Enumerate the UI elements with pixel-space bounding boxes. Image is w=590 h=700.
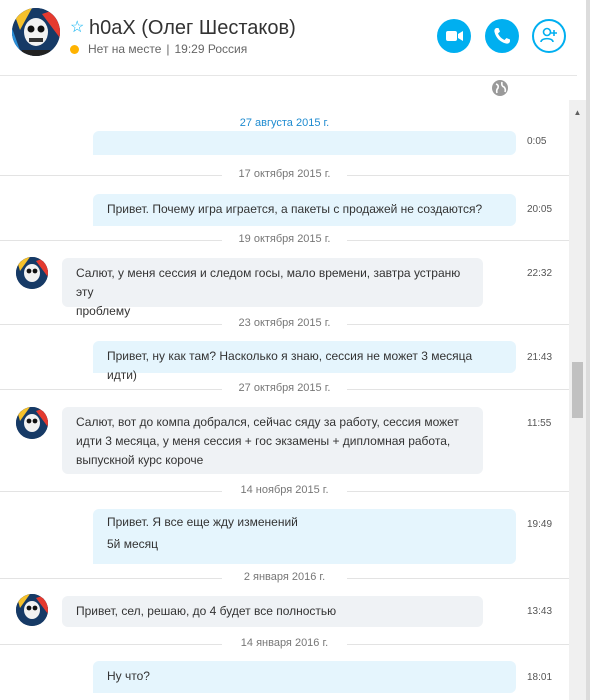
outgoing-message[interactable]: Привет. Я все еще жду изменений 5й месяц [93,509,516,564]
message-time: 20:05 [527,204,553,215]
message-time: 0:05 [527,136,547,147]
date-separator: 19 октября 2015 г. [0,231,569,251]
date-separator: 27 августа 2015 г. [0,115,569,135]
date-separator: 14 ноября 2015 г. [0,482,569,502]
date-separator: 27 октября 2015 г. [0,380,569,400]
outgoing-message[interactable]: Привет, ну как там? Насколько я знаю, се… [93,341,516,382]
date-separator: 2 января 2016 г. [0,569,569,589]
message-time: 21:43 [527,352,553,363]
message-line: Привет. Я все еще жду изменений [107,515,298,529]
video-call-icon [446,31,463,41]
message-line: Салют, у меня сессия и следом госы, мало… [76,266,461,299]
date-label: 23 октября 2015 г. [230,317,339,329]
contact-avatar[interactable] [12,8,60,56]
date-label: 14 января 2016 г. [232,637,337,649]
status-text: Нет на месте [88,42,162,56]
scroll-thumb[interactable] [572,362,583,418]
date-separator: 23 октября 2015 г. [0,315,569,335]
date-separator: 14 января 2016 г. [0,635,569,655]
date-label[interactable]: 27 августа 2015 г. [231,117,338,129]
message-history[interactable]: 27 августа 2015 г. 0:05 17 октября 2015 … [0,100,569,700]
message-line: идти 3 месяца, у меня сессия + гос экзам… [76,434,451,448]
contact-avatar-small[interactable] [16,594,48,626]
incoming-message[interactable]: Салют, вот до компа добрался, сейчас сяд… [62,407,483,474]
message-time: 18:01 [527,672,553,683]
message-time: 11:55 [527,418,552,429]
message-line: 5й месяц [107,537,159,551]
away-clock-icon [70,44,79,54]
status-separator: | [166,42,170,56]
chat-scrollbar[interactable]: ▲ [569,100,586,700]
add-people-icon [540,27,557,43]
date-label: 19 октября 2015 г. [230,233,339,245]
window-edge [586,0,590,700]
incoming-message[interactable]: Салют, у меня сессия и следом госы, мало… [62,258,483,318]
date-label: 14 ноября 2015 г. [232,484,337,496]
date-label: 17 октября 2015 г. [230,168,339,180]
contact-avatar-small[interactable] [16,407,48,439]
contact-name[interactable]: h0aX (Олег Шестаков) [89,17,296,40]
date-label: 27 октября 2015 г. [230,382,339,394]
scroll-up-arrow-icon[interactable]: ▲ [569,108,586,117]
message-time: 22:32 [527,268,553,279]
outgoing-message[interactable]: Привет. Почему игра играется, а пакеты с… [93,194,516,226]
add-people-button[interactable] [532,19,566,53]
message-line: Салют, вот до компа добрался, сейчас сяд… [76,415,459,429]
message-time: 19:49 [527,519,553,530]
favorite-star-icon[interactable]: ☆ [70,20,84,36]
video-call-button[interactable] [437,19,471,53]
audio-call-button[interactable] [485,19,519,53]
contact-avatar-small[interactable] [16,257,48,289]
date-label: 2 января 2016 г. [235,571,334,583]
conversation-header: ☆ h0aX (Олег Шестаков) Нет на месте | 19… [0,0,577,76]
phone-icon [494,28,510,44]
outgoing-message[interactable]: Ну что? [93,661,516,693]
local-time: 19:29 Россия [174,42,248,56]
message-line: выпускной курс короче [76,453,204,467]
message-time: 13:43 [527,606,553,617]
contact-status: Нет на месте | 19:29 Россия [70,42,247,56]
incoming-message[interactable]: Привет, сел, решаю, до 4 будет все полно… [62,596,483,627]
globe-icon[interactable] [490,78,510,98]
date-separator: 17 октября 2015 г. [0,166,569,186]
